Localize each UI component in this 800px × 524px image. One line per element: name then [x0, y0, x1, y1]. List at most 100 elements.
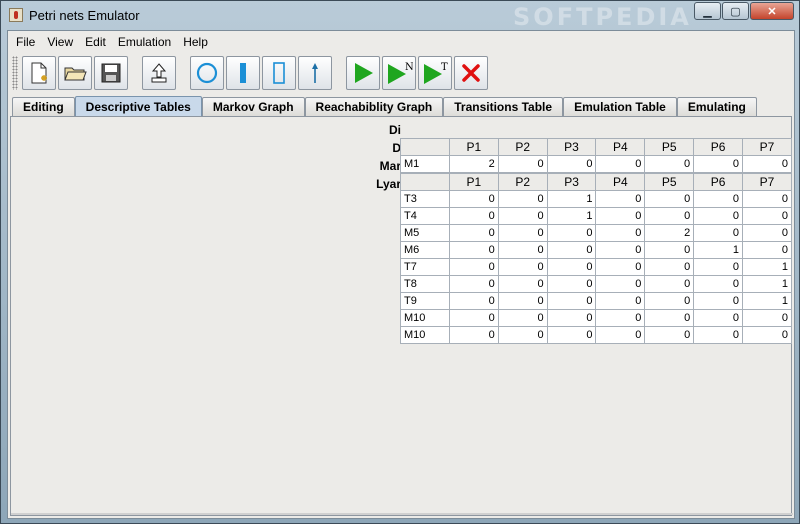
tab-reachability-graph[interactable]: Reachabiblity Graph — [304, 97, 444, 116]
marking-table[interactable]: P1 P2 P3 P4 P5 P6 P7 M1 2 0 0 0 0 0 0 — [400, 138, 792, 173]
table-cell[interactable]: 0 — [497, 275, 548, 293]
table-cell[interactable]: 0 — [448, 224, 499, 242]
table-cell[interactable]: 0 — [448, 258, 499, 276]
table-cell[interactable]: 0 — [644, 241, 695, 259]
marking-column-header[interactable]: P6 — [693, 138, 744, 156]
table-cell[interactable]: 0 — [546, 309, 597, 327]
table-cell[interactable]: 2 — [448, 155, 499, 173]
tab-descriptive-tables[interactable]: Descriptive Tables — [74, 96, 202, 116]
table-cell[interactable]: 2 — [644, 224, 695, 242]
table-cell[interactable]: 0 — [546, 258, 597, 276]
menu-emulation[interactable]: Emulation — [112, 35, 177, 49]
table-cell[interactable]: 0 — [644, 275, 695, 293]
row-name-cell[interactable]: T8 — [400, 275, 450, 293]
table-cell[interactable]: 0 — [497, 326, 548, 344]
table-cell[interactable]: 0 — [448, 292, 499, 310]
table-cell[interactable]: 0 — [595, 292, 646, 310]
table-cell[interactable]: 0 — [742, 155, 792, 173]
table-cell[interactable]: 0 — [693, 207, 744, 225]
lyapunov-table[interactable]: P1 P2 P3 P4 P5 P6 P7 T3 0 0 1 0 0 0 0 T4 0 0 1 0 0 0 0 M5 0 0 0 0 2… — [400, 173, 792, 344]
table-cell[interactable]: 0 — [742, 224, 792, 242]
table-row[interactable]: T7 0 0 0 0 0 0 1 — [400, 258, 792, 276]
menu-file[interactable]: File — [10, 35, 41, 49]
marking-column-header[interactable]: P7 — [742, 138, 792, 156]
table-cell[interactable]: 0 — [595, 309, 646, 327]
table-cell[interactable]: 0 — [448, 190, 499, 208]
table-cell[interactable]: 0 — [546, 241, 597, 259]
table-cell[interactable]: 0 — [448, 275, 499, 293]
arc-button[interactable] — [298, 56, 332, 90]
table-cell[interactable]: 1 — [742, 258, 792, 276]
table-cell[interactable]: 1 — [742, 275, 792, 293]
table-cell[interactable]: 0 — [644, 309, 695, 327]
row-name-cell[interactable]: M10 — [400, 326, 450, 344]
table-cell[interactable]: 0 — [497, 309, 548, 327]
new-file-button[interactable] — [22, 56, 56, 90]
place-button[interactable] — [190, 56, 224, 90]
maximize-button[interactable]: ▢ — [722, 2, 749, 20]
title-bar[interactable]: Petri nets Emulator SOFTPEDIA ▁ ▢ ✕ — [1, 1, 799, 31]
table-cell[interactable]: 0 — [644, 258, 695, 276]
marking-column-header[interactable]: P3 — [546, 138, 597, 156]
table-cell[interactable]: 0 — [546, 292, 597, 310]
table-cell[interactable]: 0 — [595, 326, 646, 344]
table-cell[interactable]: 0 — [595, 224, 646, 242]
tab-transitions-table[interactable]: Transitions Table — [443, 97, 564, 116]
table-cell[interactable]: 0 — [644, 326, 695, 344]
table-cell[interactable]: 0 — [497, 224, 548, 242]
table-cell[interactable]: 0 — [448, 241, 499, 259]
table-cell[interactable]: 0 — [448, 326, 499, 344]
save-button[interactable] — [94, 56, 128, 90]
table-cell[interactable]: 0 — [448, 207, 499, 225]
stop-button[interactable] — [454, 56, 488, 90]
table-cell[interactable]: 1 — [693, 241, 744, 259]
table-cell[interactable]: 0 — [742, 241, 792, 259]
table-cell[interactable]: 0 — [497, 241, 548, 259]
marking-column-header[interactable]: P5 — [644, 138, 695, 156]
table-cell[interactable]: 0 — [448, 309, 499, 327]
table-cell[interactable]: 0 — [497, 292, 548, 310]
table-cell[interactable]: 0 — [693, 224, 744, 242]
run-button[interactable] — [346, 56, 380, 90]
table-row[interactable]: M1 2 0 0 0 0 0 0 — [400, 155, 792, 173]
tab-emulating[interactable]: Emulating — [676, 97, 757, 116]
table-cell[interactable]: 0 — [693, 292, 744, 310]
row-name-cell[interactable]: M5 — [400, 224, 450, 242]
table-cell[interactable]: 1 — [546, 207, 597, 225]
table-cell[interactable]: 0 — [595, 275, 646, 293]
transition-button[interactable] — [226, 56, 260, 90]
tab-emulation-table[interactable]: Emulation Table — [563, 97, 677, 116]
table-row[interactable]: T9 0 0 0 0 0 0 1 — [400, 292, 792, 310]
close-button[interactable]: ✕ — [750, 2, 794, 20]
row-name-cell[interactable]: T4 — [400, 207, 450, 225]
table-cell[interactable]: 0 — [693, 155, 744, 173]
table-row[interactable]: T8 0 0 0 0 0 0 1 — [400, 275, 792, 293]
table-cell[interactable]: 0 — [497, 207, 548, 225]
row-name-cell[interactable]: M10 — [400, 309, 450, 327]
table-cell[interactable]: 0 — [693, 309, 744, 327]
table-cell[interactable]: 0 — [497, 155, 548, 173]
lyapunov-column-header[interactable]: P4 — [595, 173, 646, 191]
table-cell[interactable]: 0 — [546, 155, 597, 173]
marking-column-header[interactable]: P2 — [497, 138, 548, 156]
menu-view[interactable]: View — [41, 35, 79, 49]
run-n-steps-button[interactable]: N — [382, 56, 416, 90]
table-cell[interactable]: 0 — [644, 190, 695, 208]
table-cell[interactable]: 0 — [693, 190, 744, 208]
table-row[interactable]: M5 0 0 0 0 2 0 0 — [400, 224, 792, 242]
lyapunov-column-header[interactable]: P7 — [742, 173, 792, 191]
open-button[interactable] — [58, 56, 92, 90]
table-cell[interactable]: 0 — [595, 190, 646, 208]
table-row[interactable]: T4 0 0 1 0 0 0 0 — [400, 207, 792, 225]
row-name-cell[interactable]: M6 — [400, 241, 450, 259]
table-cell[interactable]: 0 — [595, 241, 646, 259]
minimize-button[interactable]: ▁ — [694, 2, 721, 20]
table-cell[interactable]: 0 — [693, 258, 744, 276]
row-name-cell[interactable]: T9 — [400, 292, 450, 310]
table-cell[interactable]: 0 — [497, 190, 548, 208]
table-cell[interactable]: 1 — [546, 190, 597, 208]
row-name-cell[interactable]: T7 — [400, 258, 450, 276]
table-cell[interactable]: 0 — [546, 224, 597, 242]
table-cell[interactable]: 0 — [546, 326, 597, 344]
marking-column-header[interactable]: P4 — [595, 138, 646, 156]
